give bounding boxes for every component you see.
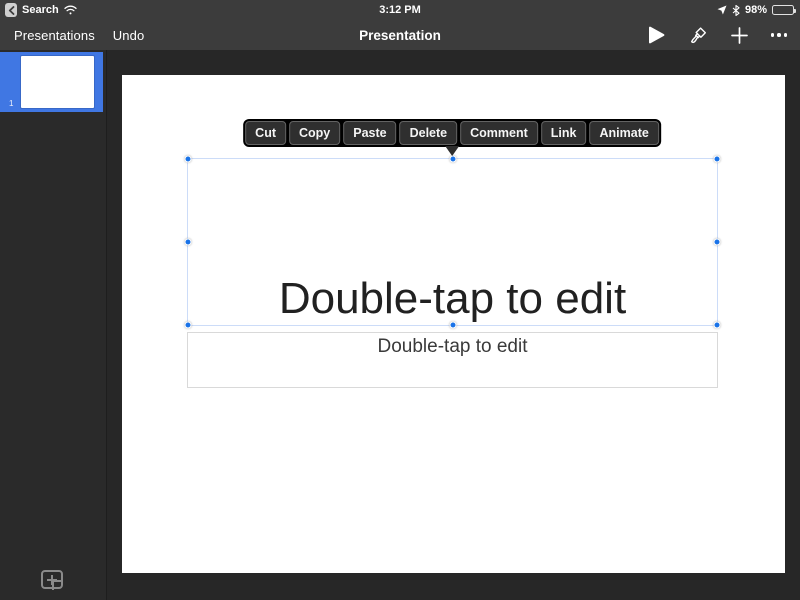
selection-handle-bottom-center[interactable] [449, 321, 456, 329]
status-bar: Search 3:12 PM 98% [0, 0, 800, 20]
menu-item-paste[interactable]: Paste [343, 121, 397, 145]
app-toolbar: Presentations Undo Presentation [0, 20, 800, 50]
menu-item-link[interactable]: Link [540, 121, 587, 145]
context-menu-pointer [445, 146, 459, 156]
context-menu: Cut Copy Paste Delete Comment Link Anima… [243, 119, 661, 156]
location-arrow-icon [717, 5, 727, 15]
presentations-back-button[interactable]: Presentations [14, 28, 95, 43]
menu-item-animate[interactable]: Animate [589, 121, 659, 145]
filmstrip-panel: 1 [0, 50, 107, 600]
add-slide-button[interactable] [41, 570, 63, 590]
selection-handle-bottom-left[interactable] [184, 321, 192, 329]
more-button[interactable] [770, 33, 787, 37]
back-chevron-icon [5, 3, 17, 17]
battery-icon [772, 5, 796, 15]
battery-percent: 98% [744, 4, 767, 16]
title-placeholder-text: Double-tap to edit [278, 273, 627, 323]
slide-thumbnail [21, 56, 94, 108]
slides-app: Search 3:12 PM 98% Presentations Undo Pr… [0, 0, 800, 600]
bluetooth-icon [732, 4, 740, 16]
selection-handle-top-left[interactable] [184, 155, 192, 163]
menu-item-comment[interactable]: Comment [460, 121, 538, 145]
menu-item-delete[interactable]: Delete [399, 121, 458, 145]
subtitle-placeholder[interactable]: Double-tap to edit [187, 332, 718, 388]
format-button[interactable] [688, 26, 708, 45]
slide-number: 1 [9, 99, 14, 108]
slide-canvas[interactable]: Cut Copy Paste Delete Comment Link Anima… [122, 75, 785, 573]
back-to-app-button[interactable]: Search [5, 0, 77, 20]
format-paint-icon [688, 26, 708, 45]
undo-button[interactable]: Undo [113, 28, 144, 43]
present-button[interactable] [648, 26, 665, 44]
slide-thumbnail-item-1[interactable]: 1 [0, 52, 103, 112]
editor-canvas: Cut Copy Paste Delete Comment Link Anima… [108, 50, 800, 600]
play-icon [648, 26, 665, 44]
subtitle-placeholder-text: Double-tap to edit [377, 336, 528, 357]
plus-icon [730, 26, 748, 44]
title-placeholder-selected[interactable]: Double-tap to edit [184, 155, 721, 329]
clock: 3:12 PM [379, 4, 421, 16]
back-app-label: Search [22, 4, 59, 16]
menu-item-cut[interactable]: Cut [245, 121, 286, 145]
selection-handle-top-right[interactable] [713, 155, 721, 163]
insert-button[interactable] [730, 26, 748, 44]
selection-handle-middle-left[interactable] [184, 238, 192, 246]
selection-handle-top-center[interactable] [449, 155, 456, 163]
selection-handle-middle-right[interactable] [713, 238, 721, 246]
status-indicators: 98% [717, 0, 796, 20]
menu-item-copy[interactable]: Copy [289, 121, 341, 145]
ellipsis-icon [770, 33, 787, 37]
wifi-icon [64, 5, 77, 15]
selection-handle-bottom-right[interactable] [713, 321, 721, 329]
